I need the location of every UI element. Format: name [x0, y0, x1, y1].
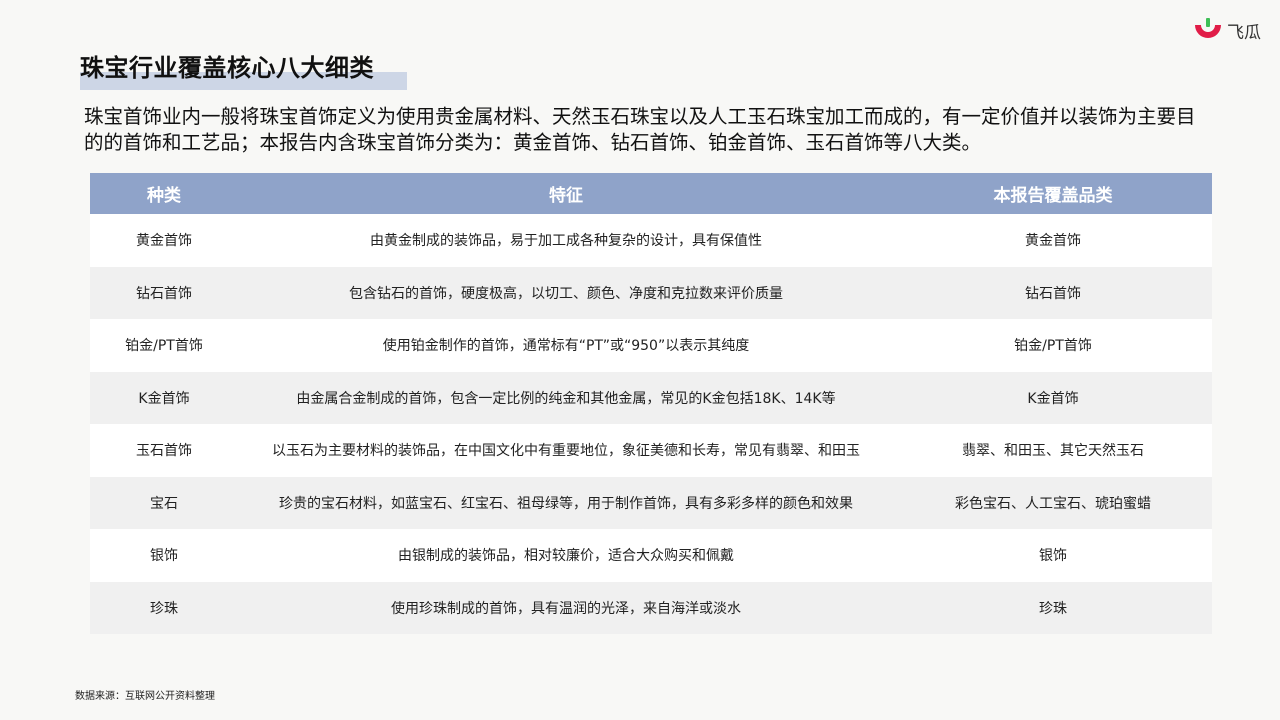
page-title-block: 珠宝行业覆盖核心八大细类 [80, 52, 407, 90]
cell-type: 宝石 [150, 495, 178, 512]
column-header-type: 种类 [147, 186, 181, 206]
table-row: K金首饰 由金属合金制成的首饰，包含一定比例的纯金和其他金属，常见的K金包括18… [90, 371, 1212, 424]
intro-paragraph: 珠宝首饰业内一般将珠宝首饰定义为使用贵金属材料、天然玉石珠宝以及人工玉石珠宝加工… [84, 105, 1196, 154]
cell-feature: 使用珍珠制成的首饰，具有温润的光泽，来自海洋或淡水 [391, 600, 741, 617]
brand-logo: 飞瓜 [1192, 14, 1270, 46]
cell-covered: 黄金首饰 [1025, 233, 1081, 250]
cell-type: K金首饰 [138, 390, 190, 407]
cell-covered: 铂金/PT首饰 [1014, 338, 1092, 355]
cell-feature: 由银制成的装饰品，相对较廉价，适合大众购买和佩戴 [398, 548, 734, 565]
cell-type: 银饰 [150, 548, 178, 565]
cell-feature: 珍贵的宝石材料，如蓝宝石、红宝石、祖母绿等，用于制作首饰，具有多彩多样的颜色和效… [279, 495, 853, 512]
cell-type: 铂金/PT首饰 [125, 338, 203, 355]
watermelon-logo-icon [1195, 18, 1221, 38]
cell-feature: 由黄金制成的装饰品，易于加工成各种复杂的设计，具有保值性 [370, 233, 762, 250]
cell-covered: 彩色宝石、人工宝石、琥珀蜜蜡 [955, 495, 1151, 512]
table-row: 珍珠 使用珍珠制成的首饰，具有温润的光泽，来自海洋或淡水 珍珠 [90, 581, 1212, 634]
data-source-note: 数据来源：互联网公开资料整理 [75, 691, 215, 702]
cell-covered: 钻石首饰 [1025, 285, 1081, 302]
cell-feature: 以玉石为主要材料的装饰品，在中国文化中有重要地位，象征美德和长寿，常见有翡翠、和… [272, 443, 860, 460]
table-row: 玉石首饰 以玉石为主要材料的装饰品，在中国文化中有重要地位，象征美德和长寿，常见… [90, 424, 1212, 477]
cell-type: 珍珠 [150, 600, 178, 617]
cell-covered: 翡翠、和田玉、其它天然玉石 [962, 443, 1144, 460]
cell-type: 黄金首饰 [136, 233, 192, 250]
column-header-feature: 特征 [549, 186, 583, 206]
column-header-covered: 本报告覆盖品类 [993, 186, 1113, 206]
table-row: 铂金/PT首饰 使用铂金制作的首饰，通常标有“PT”或“950”以表示其纯度 铂… [90, 319, 1212, 372]
cell-type: 钻石首饰 [136, 285, 192, 302]
cell-feature: 包含钻石的首饰，硬度极高，以切工、颜色、净度和克拉数来评价质量 [349, 285, 783, 302]
brand-name: 飞瓜 [1227, 22, 1261, 43]
table-row: 钻石首饰 包含钻石的首饰，硬度极高，以切工、颜色、净度和克拉数来评价质量 钻石首… [90, 266, 1212, 319]
cell-covered: 珍珠 [1039, 600, 1067, 617]
cell-covered: 银饰 [1039, 548, 1067, 565]
table-header: 种类 特征 本报告覆盖品类 [90, 173, 1212, 214]
cell-feature: 由金属合金制成的首饰，包含一定比例的纯金和其他金属，常见的K金包括18K、14K… [296, 390, 836, 407]
page-title: 珠宝行业覆盖核心八大细类 [80, 54, 374, 82]
table-row: 宝石 珍贵的宝石材料，如蓝宝石、红宝石、祖母绿等，用于制作首饰，具有多彩多样的颜… [90, 476, 1212, 529]
table-row: 黄金首饰 由黄金制成的装饰品，易于加工成各种复杂的设计，具有保值性 黄金首饰 [90, 214, 1212, 267]
cell-type: 玉石首饰 [136, 443, 192, 460]
cell-covered: K金首饰 [1027, 390, 1079, 407]
cell-feature: 使用铂金制作的首饰，通常标有“PT”或“950”以表示其纯度 [382, 338, 750, 355]
table-row: 银饰 由银制成的装饰品，相对较廉价，适合大众购买和佩戴 银饰 [90, 529, 1212, 582]
category-table: 种类 特征 本报告覆盖品类 黄金首饰 由黄金制成的装饰品，易于加工成各种复杂的设… [90, 173, 1212, 634]
